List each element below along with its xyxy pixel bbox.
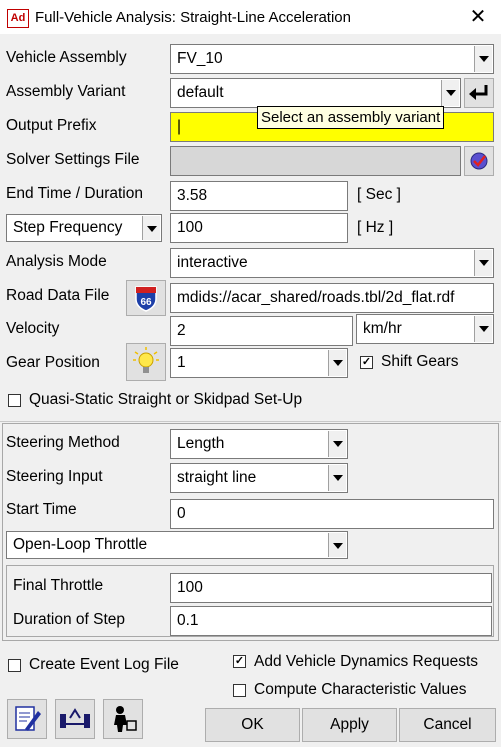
gear-info-button[interactable] [126, 343, 166, 381]
gear-position-value: 1 [177, 354, 186, 371]
solver-settings-input[interactable] [170, 146, 461, 176]
vehicle-assembly-select[interactable]: FV_10 [170, 44, 494, 74]
chevron-down-icon[interactable] [474, 250, 492, 276]
steering-method-value: Length [177, 435, 225, 452]
window-title: Full-Vehicle Analysis: Straight-Line Acc… [35, 9, 351, 26]
settings-file-icon [470, 152, 488, 170]
chevron-down-icon[interactable] [474, 46, 492, 72]
dynamics-requests-label: Add Vehicle Dynamics Requests [254, 653, 479, 670]
throttle-mode-value: Open-Loop Throttle [13, 536, 148, 553]
title-bar: Ad Full-Vehicle Analysis: Straight-Line … [0, 0, 501, 34]
step-frequency-input[interactable]: 100 [170, 213, 348, 243]
quasi-static-label: Quasi-Static Straight or Skidpad Set-Up [29, 391, 303, 408]
vehicle-assembly-label: Vehicle Assembly [6, 49, 127, 66]
output-prefix-label: Output Prefix [6, 117, 97, 134]
event-log-label: Create Event Log File [29, 656, 179, 673]
worker-icon [114, 706, 137, 732]
start-time-input[interactable]: 0 [170, 499, 494, 529]
throttle-mode-select[interactable]: Open-Loop Throttle [6, 531, 348, 559]
cancel-button[interactable]: Cancel [399, 708, 496, 742]
step-frequency-unit: [ Hz ] [357, 219, 394, 236]
duration-step-label: Duration of Step [13, 611, 126, 628]
tooltip: Select an assembly variant [257, 106, 445, 129]
assembly-variant-value: default [177, 84, 224, 101]
end-time-unit: [ Sec ] [357, 186, 401, 203]
chevron-down-icon[interactable] [328, 533, 346, 557]
start-time-label: Start Time [6, 501, 77, 518]
vehicle-setup-button[interactable] [55, 699, 95, 739]
steering-input-value: straight line [177, 469, 257, 486]
velocity-unit-select[interactable]: km/hr [356, 314, 494, 344]
dynamics-requests-checkbox[interactable]: ✓ [233, 655, 246, 668]
steering-input-label: Steering Input [6, 468, 103, 485]
lightbulb-icon [133, 347, 159, 373]
solver-browse-button[interactable] [464, 146, 494, 176]
worker-button[interactable] [103, 699, 143, 739]
chevron-down-icon[interactable] [328, 350, 346, 376]
return-button[interactable] [464, 78, 494, 108]
edit-document-icon [15, 706, 41, 731]
chevron-down-icon[interactable] [328, 431, 346, 457]
final-throttle-input[interactable]: 100 [170, 573, 492, 603]
svg-text:66: 66 [140, 297, 152, 308]
edit-notes-button[interactable] [7, 699, 47, 739]
return-arrow-icon [469, 85, 488, 100]
road-data-input[interactable]: mdids://acar_shared/roads.tbl/2d_flat.rd… [170, 283, 494, 313]
apply-button[interactable]: Apply [302, 708, 397, 742]
analysis-mode-select[interactable]: interactive [170, 248, 494, 278]
velocity-label: Velocity [6, 320, 60, 337]
gear-position-label: Gear Position [6, 354, 100, 371]
quasi-static-checkbox[interactable] [8, 394, 21, 407]
final-throttle-label: Final Throttle [13, 577, 104, 594]
vehicle-assembly-value: FV_10 [177, 50, 223, 67]
axle-icon [60, 708, 90, 728]
app-logo-icon: Ad [7, 9, 29, 28]
divider [0, 421, 501, 422]
route-shield-icon: 66 [135, 286, 157, 312]
duration-step-input[interactable]: 0.1 [170, 606, 492, 636]
assembly-variant-select[interactable]: default [170, 78, 461, 108]
assembly-variant-label: Assembly Variant [6, 83, 126, 100]
steering-method-label: Steering Method [6, 434, 120, 451]
solver-settings-label: Solver Settings File [6, 151, 140, 168]
road-data-label: Road Data File [6, 287, 110, 304]
gear-position-select[interactable]: 1 [170, 348, 348, 378]
chevron-down-icon[interactable] [328, 465, 346, 491]
steering-method-select[interactable]: Length [170, 429, 348, 459]
analysis-mode-value: interactive [177, 254, 248, 271]
steering-input-select[interactable]: straight line [170, 463, 348, 493]
chevron-down-icon[interactable] [474, 316, 492, 342]
characteristic-checkbox[interactable] [233, 684, 246, 697]
velocity-input[interactable]: 2 [170, 316, 353, 346]
step-frequency-select[interactable]: Step Frequency [6, 214, 162, 242]
end-time-label: End Time / Duration [6, 185, 143, 202]
event-log-checkbox[interactable] [8, 659, 21, 672]
ok-button[interactable]: OK [205, 708, 300, 742]
analysis-mode-label: Analysis Mode [6, 253, 107, 270]
shift-gears-label: Shift Gears [381, 353, 459, 370]
end-time-input[interactable]: 3.58 [170, 181, 348, 211]
velocity-unit-value: km/hr [363, 320, 402, 337]
characteristic-label: Compute Characteristic Values [254, 681, 467, 698]
chevron-down-icon[interactable] [441, 80, 459, 106]
close-icon[interactable]: ✕ [463, 4, 493, 30]
road-browse-button[interactable]: 66 [126, 280, 166, 316]
step-frequency-label: Step Frequency [13, 219, 123, 236]
chevron-down-icon[interactable] [142, 216, 160, 240]
shift-gears-checkbox[interactable]: ✓ [360, 356, 373, 369]
